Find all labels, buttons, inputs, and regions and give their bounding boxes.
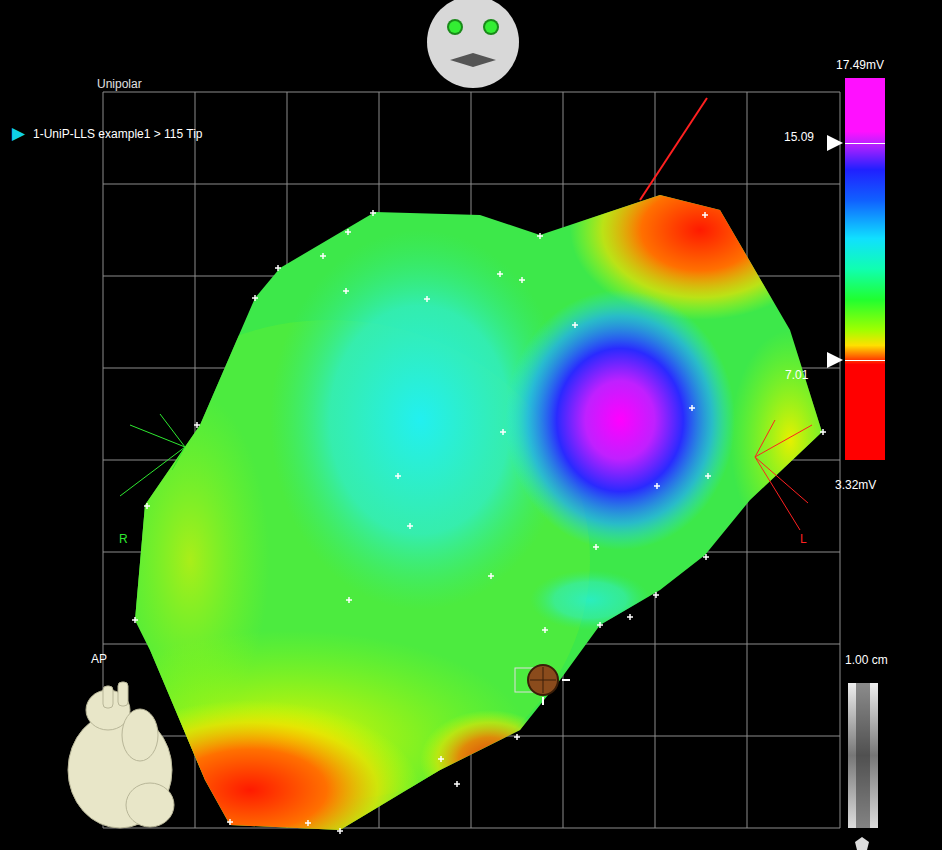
right-axis-label: R (119, 532, 128, 546)
scale-max-label: 17.49mV (836, 58, 884, 72)
voltage-map[interactable] (50, 140, 850, 850)
upper-threshold-line (845, 143, 885, 144)
catheter-tip-icon[interactable] (515, 665, 570, 705)
map-marker-icon: ▶ (12, 124, 25, 144)
map-label: 1-UniP-LLS example1 > 115 Tip (33, 127, 203, 141)
right-axis-icon (120, 414, 185, 496)
scale-bar-icon (848, 683, 878, 850)
map-entry[interactable]: ▶ 1-UniP-LLS example1 > 115 Tip (12, 124, 203, 144)
upper-threshold-handle[interactable] (827, 135, 843, 151)
scale-lower-label: 7.01 (785, 368, 808, 382)
scale-bar-label: 1.00 cm (845, 653, 888, 667)
orientation-label: AP (91, 652, 107, 666)
lower-threshold-line (845, 360, 885, 361)
heart-icon (68, 682, 174, 828)
lower-threshold-handle[interactable] (827, 352, 843, 368)
mode-label: Unipolar (97, 77, 142, 91)
left-axis-icon (755, 420, 812, 530)
projection-line (640, 98, 707, 200)
face-orientation-icon[interactable] (427, 0, 519, 88)
left-axis-label: L (800, 532, 807, 546)
map-viewer: Unipolar ▶ 1-UniP-LLS example1 > 115 Tip 17… (0, 0, 942, 850)
scale-min-label: 3.32mV (835, 478, 876, 492)
scale-upper-label: 15.09 (784, 130, 814, 144)
color-scale-bar[interactable] (845, 78, 885, 460)
sample-points (132, 210, 826, 834)
